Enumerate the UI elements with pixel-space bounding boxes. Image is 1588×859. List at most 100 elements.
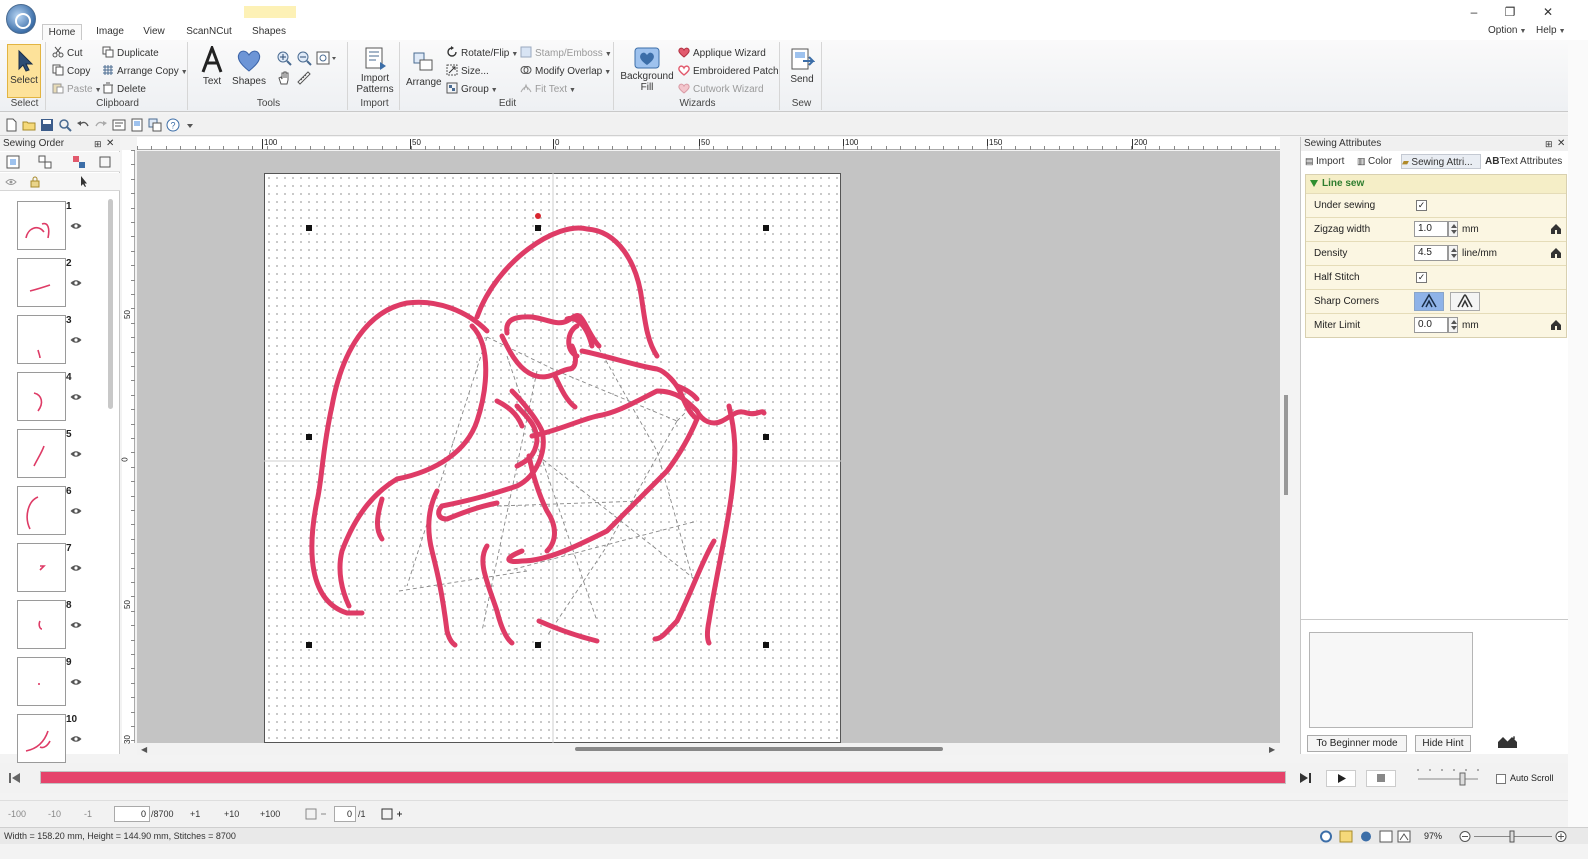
help-icon[interactable]: ? — [166, 118, 180, 132]
house-default-icon[interactable] — [1550, 247, 1562, 259]
view-mode-icons[interactable] — [1318, 830, 1418, 843]
sewing-order-item[interactable] — [17, 258, 66, 307]
hand-pan-icon[interactable] — [276, 70, 292, 86]
zigzag-width-input[interactable]: 1.0 — [1414, 221, 1448, 237]
canvas-vertical-scrollbar[interactable] — [1284, 395, 1288, 495]
cut-button[interactable]: Cut — [52, 46, 83, 62]
current-color-input[interactable]: 0 — [334, 806, 356, 822]
layout-icon[interactable] — [148, 118, 162, 132]
tab-view[interactable]: View — [136, 24, 172, 40]
stop-button[interactable] — [1366, 770, 1396, 787]
density-spinner[interactable] — [1448, 245, 1458, 261]
half-stitch-checkbox[interactable]: ✓ — [1416, 272, 1427, 283]
text-button[interactable]: Text — [196, 44, 228, 96]
current-stitch-input[interactable]: 0 — [114, 806, 150, 822]
skip-end-icon[interactable] — [1298, 772, 1312, 784]
zigzag-width-spinner[interactable] — [1448, 221, 1458, 237]
eye-icon[interactable] — [70, 278, 82, 286]
shapes-button[interactable]: Shapes — [232, 44, 266, 96]
embroidered-patch-button[interactable]: Embroidered Patch — [678, 64, 779, 80]
step-minus-100-button[interactable]: -100 — [8, 806, 26, 822]
zoom-slider[interactable] — [1458, 830, 1568, 843]
sewing-order-item[interactable] — [17, 486, 66, 535]
stamp-emboss-button[interactable]: Stamp/Emboss ▼ — [520, 46, 612, 62]
group-button[interactable]: Group ▼ — [446, 82, 498, 98]
tab-text-attributes[interactable]: ABText Attributes — [1485, 154, 1567, 169]
eye-icon[interactable] — [70, 506, 82, 514]
sewing-order-item[interactable] — [17, 543, 66, 592]
undo-icon[interactable] — [76, 118, 90, 132]
zoom-in-icon[interactable] — [276, 50, 292, 66]
miter-limit-spinner[interactable] — [1448, 317, 1458, 333]
zoom-out-icon[interactable] — [296, 50, 312, 66]
speed-slider[interactable] — [1416, 765, 1480, 789]
option-menu[interactable]: Option ▼ — [1488, 25, 1526, 36]
pin-icon[interactable]: ⊞ — [1545, 137, 1553, 151]
design-canvas[interactable] — [137, 151, 1280, 743]
minimize-button[interactable]: – — [1464, 4, 1484, 20]
sewing-order-item[interactable] — [17, 657, 66, 706]
eye-icon[interactable] — [70, 335, 82, 343]
rotate-flip-button[interactable]: Rotate/Flip ▼ — [446, 46, 518, 62]
eye-icon[interactable] — [70, 563, 82, 571]
sharp-corner-on-button[interactable] — [1414, 292, 1444, 311]
embroidery-design[interactable] — [137, 151, 1280, 743]
sewing-order-item[interactable] — [17, 201, 66, 250]
stitch-progress-slider[interactable] — [40, 771, 1286, 784]
help-menu[interactable]: Help ▼ — [1536, 25, 1566, 36]
save-icon[interactable] — [40, 118, 54, 132]
house-default-icon[interactable] — [1550, 223, 1562, 235]
import-patterns-button[interactable]: Import Patterns — [352, 44, 398, 98]
select-button[interactable]: Select — [7, 44, 41, 98]
visibility-eye-icon[interactable] — [5, 176, 17, 188]
design-page-icon[interactable] — [130, 118, 144, 132]
delete-button[interactable]: Delete — [102, 82, 146, 98]
duplicate-button[interactable]: Duplicate — [102, 46, 159, 62]
eye-icon[interactable] — [70, 392, 82, 400]
color-sort-icon[interactable] — [72, 155, 86, 169]
cutwork-wizard-button[interactable]: Cutwork Wizard — [678, 82, 764, 98]
step-minus-10-button[interactable]: -10 — [48, 806, 61, 822]
sewing-order-item[interactable] — [17, 372, 66, 421]
hide-hint-button[interactable]: Hide Hint — [1415, 735, 1471, 752]
reset-defaults-icon[interactable] — [1497, 735, 1519, 749]
sewing-order-item[interactable] — [17, 315, 66, 364]
step-minus-1-button[interactable]: -1 — [84, 806, 92, 822]
step-plus-10-button[interactable]: +10 — [224, 806, 239, 822]
skip-start-icon[interactable] — [8, 772, 22, 784]
under-sewing-checkbox[interactable]: ✓ — [1416, 200, 1427, 211]
step-plus-1-button[interactable]: +1 — [190, 806, 200, 822]
sewing-order-item[interactable] — [17, 714, 66, 763]
app-menu-button[interactable] — [6, 4, 36, 34]
tab-sewing-attributes[interactable]: ▰ Sewing Attri... — [1401, 154, 1481, 169]
eye-icon[interactable] — [70, 677, 82, 685]
restore-button[interactable]: ❐ — [1500, 4, 1520, 20]
redo-icon[interactable] — [94, 118, 108, 132]
miter-limit-input[interactable]: 0.0 — [1414, 317, 1448, 333]
arrange-copy-button[interactable]: Arrange Copy ▼ — [102, 64, 188, 80]
design-property-icon[interactable] — [112, 118, 126, 132]
scroll-left-arrow[interactable]: ◀ — [141, 745, 147, 754]
pointer-icon[interactable] — [78, 175, 90, 188]
lock-icon[interactable] — [29, 175, 41, 188]
rotate-handle[interactable] — [535, 213, 541, 219]
fit-text-button[interactable]: Fit Text ▼ — [520, 82, 576, 98]
new-file-icon[interactable] — [4, 118, 18, 132]
sewing-order-scrollbar[interactable] — [108, 199, 113, 409]
line-sew-header[interactable]: Line sew — [1306, 175, 1566, 193]
density-input[interactable]: 4.5 — [1414, 245, 1448, 261]
arrange-button[interactable]: Arrange — [406, 48, 442, 98]
auto-scroll-checkbox[interactable] — [1496, 774, 1506, 784]
canvas-horizontal-scrollbar[interactable]: ◀ ▶ — [137, 743, 1280, 755]
eye-icon[interactable] — [70, 221, 82, 229]
pin-icon[interactable]: ⊞ — [94, 137, 102, 151]
house-default-icon[interactable] — [1550, 319, 1562, 331]
copy-button[interactable]: Copy — [52, 64, 90, 80]
color-step-forward-icon[interactable] — [380, 808, 408, 820]
view-mode-icon[interactable] — [6, 155, 20, 169]
tab-shapes[interactable]: Shapes — [244, 24, 294, 40]
paste-button[interactable]: Paste ▼ — [52, 82, 102, 98]
customize-toolbar-icon[interactable] — [186, 118, 194, 132]
color-step-back-icon[interactable] — [304, 808, 328, 820]
frame-icon[interactable] — [98, 155, 112, 169]
